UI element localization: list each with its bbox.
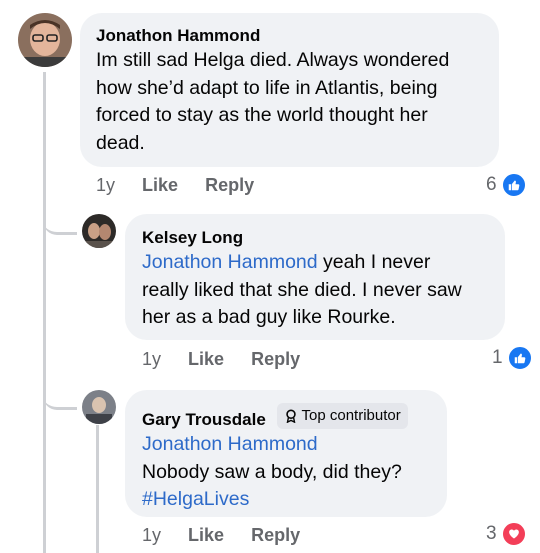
avatar[interactable] <box>18 13 72 67</box>
comment-bubble: Gary Trousdale Top contributor Jonathon … <box>125 390 447 517</box>
avatar[interactable] <box>82 214 116 248</box>
comment-text-line: Jonathon Hammond yeah I never <box>142 249 488 277</box>
mention-link[interactable]: Jonathon Hammond <box>142 431 430 459</box>
comment-text-line: Nobody saw a body, did they? <box>142 460 402 483</box>
comment-author[interactable]: Jonathon Hammond <box>96 25 483 47</box>
reaction-count: 1 <box>492 347 503 368</box>
comment-text-line: dead. <box>96 131 145 154</box>
mention-link[interactable]: Jonathon Hammond <box>142 251 318 273</box>
comment-actions: 1y Like Reply <box>96 175 276 196</box>
like-icon <box>500 172 527 198</box>
comment-text-line: how she’d adapt to life in Atlantis, bei… <box>96 76 438 99</box>
comment-actions: 1y Like Reply <box>142 525 322 546</box>
comment-bubble: Kelsey Long Jonathon Hammond yeah I neve… <box>125 214 505 340</box>
top-contributor-badge[interactable]: Top contributor <box>276 403 408 429</box>
comment-author: Gary Trousdale Top contributor <box>142 403 430 431</box>
comment-text-line: really liked that she died. I never saw <box>142 278 462 301</box>
comment-time[interactable]: 1y <box>142 349 161 369</box>
reply-button[interactable]: Reply <box>251 525 300 545</box>
comment-text-line: her as a bad guy like Rourke. <box>142 306 396 328</box>
comment-bubble: Jonathon Hammond Im still sad Helga died… <box>80 13 499 167</box>
reaction-summary[interactable]: 6 <box>486 172 527 198</box>
comment-time[interactable]: 1y <box>96 175 115 195</box>
like-button[interactable]: Like <box>188 349 224 369</box>
thread-line-reply-2 <box>96 425 99 553</box>
author-name[interactable]: Gary Trousdale <box>142 410 266 429</box>
badge-label: Top contributor <box>301 407 401 424</box>
comment-text-line: forced to stay as the world thought her <box>96 104 428 126</box>
reaction-count: 6 <box>486 174 497 195</box>
comment-author[interactable]: Kelsey Long <box>142 227 488 249</box>
like-button[interactable]: Like <box>188 525 224 545</box>
love-icon <box>500 521 527 547</box>
thread-branch <box>43 375 77 410</box>
like-icon <box>506 345 533 371</box>
comment-time[interactable]: 1y <box>142 525 161 545</box>
thread-line <box>43 72 46 553</box>
like-button[interactable]: Like <box>142 175 178 195</box>
thread-branch <box>43 200 77 235</box>
comment-text-line: Im still sad Helga died. Always wondered <box>96 49 450 71</box>
hashtag-link[interactable]: #HelgaLives <box>142 486 430 514</box>
reaction-summary[interactable]: 1 <box>492 345 533 371</box>
comment-actions: 1y Like Reply <box>142 349 322 370</box>
comment-text: yeah I never <box>317 251 431 273</box>
reply-button[interactable]: Reply <box>251 349 300 369</box>
reaction-count: 3 <box>486 523 497 544</box>
reaction-summary[interactable]: 3 <box>486 521 527 547</box>
award-icon <box>285 409 296 423</box>
reply-button[interactable]: Reply <box>205 175 254 195</box>
avatar[interactable] <box>82 390 116 424</box>
